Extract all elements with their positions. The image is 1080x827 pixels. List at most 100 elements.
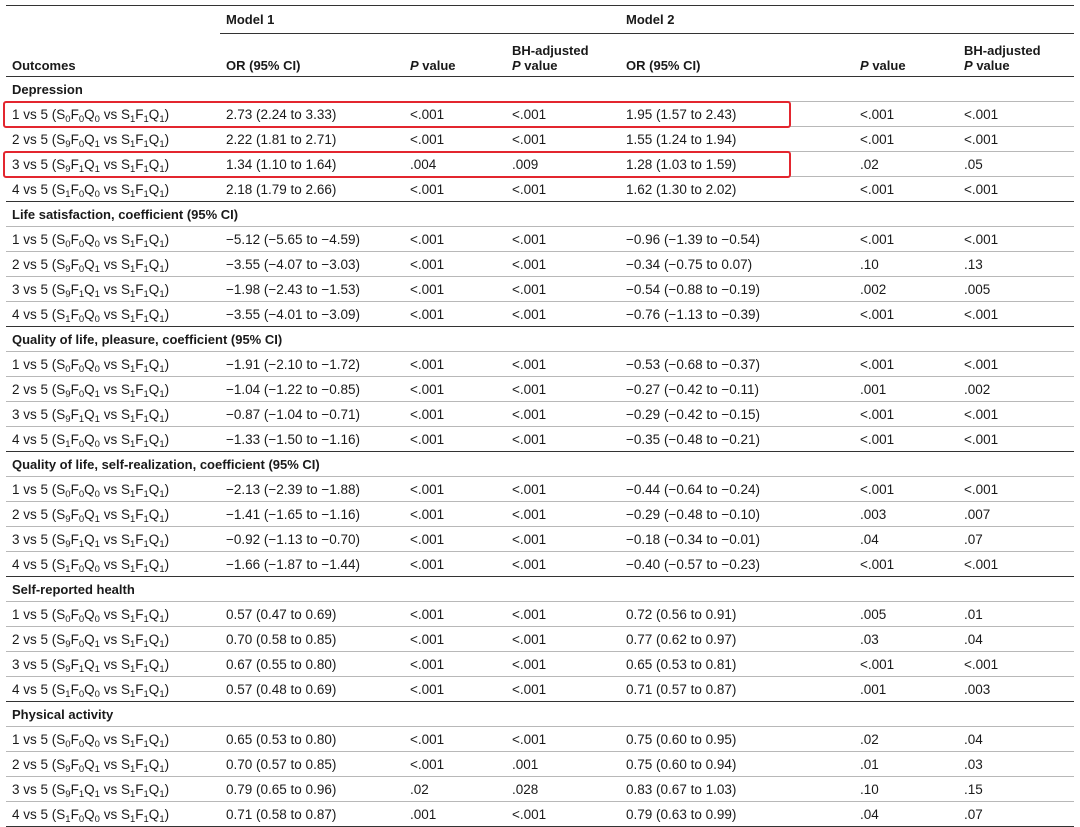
comparison-cell: 4 vs 5 (S1F0Q0 vs S1F1Q1) <box>6 551 220 577</box>
comparison-text: 1 vs 5 (S <box>12 106 66 122</box>
comparison-text: F <box>135 431 144 447</box>
table-row: 4 vs 5 (S1F0Q0 vs S1F1Q1) −1.33 (−1.50 to… <box>6 426 1075 452</box>
comparison-text: F <box>70 131 79 147</box>
model-1-p-value: <.001 <box>404 276 506 302</box>
model-1-bh-p-value: <.001 <box>506 601 621 627</box>
comparison-text: F <box>70 531 79 547</box>
comparison-text: ) <box>164 256 170 272</box>
comparison-text: Q <box>148 506 160 522</box>
table-row: 2 vs 5 (S9F0Q1 vs S1F1Q1) 0.70 (0.57 to 0… <box>6 751 1075 777</box>
model-1-bh-p-value: <.001 <box>506 676 621 702</box>
comparison-text: Q <box>148 806 160 822</box>
section-title: Quality of life, self-realization, coeff… <box>12 456 320 472</box>
model-2-estimate: 0.72 (0.56 to 0.91) <box>620 601 855 627</box>
comparison-cell: 1 vs 5 (S0F0Q0 vs S1F1Q1) <box>6 601 220 627</box>
table-row: 3 vs 5 (S9F1Q1 vs S1F1Q1) −0.87 (−1.04 to… <box>6 401 1075 427</box>
comparison-text: 1 vs 5 (S <box>12 356 66 372</box>
model-2-bh-p-value: .002 <box>958 376 1075 402</box>
comparison-text: F <box>70 506 79 522</box>
comparison-text: Q <box>84 756 95 772</box>
model-2-p-value: .01 <box>854 751 959 777</box>
section-title: Quality of life, pleasure, coefficient (… <box>12 331 283 347</box>
comparison-text: 2 vs 5 (S <box>12 256 66 272</box>
results-table-container: Model 1 Model 2 Outcomes OR (95% CI) P v… <box>3 5 1075 827</box>
table-row: 3 vs 5 (S9F1Q1 vs S1F1Q1) 1.34 (1.10 to 1… <box>6 151 1075 177</box>
model-2-bh-p-value: .03 <box>958 751 1075 777</box>
comparison-text: F <box>135 756 144 772</box>
model-1-p-value: <.001 <box>404 301 506 327</box>
comparison-text: Q <box>148 531 160 547</box>
model-1-estimate: 0.71 (0.58 to 0.87) <box>220 801 404 827</box>
comparison-text: F <box>135 381 144 397</box>
model-2-p-value: .02 <box>854 151 959 177</box>
model-1-estimate: 0.70 (0.57 to 0.85) <box>220 751 404 777</box>
comparison-text: F <box>70 656 79 672</box>
comparison-text: F <box>70 556 79 572</box>
comparison-text: Q <box>148 131 160 147</box>
table-row: 3 vs 5 (S9F1Q1 vs S1F1Q1) 0.79 (0.65 to 0… <box>6 776 1075 802</box>
section-row: Quality of life, self-realization, coeff… <box>6 451 1075 477</box>
table-row: 2 vs 5 (S9F0Q1 vs S1F1Q1) 2.22 (1.81 to 2… <box>6 126 1075 152</box>
comparison-text: Q <box>84 731 95 747</box>
comparison-text: vs S <box>99 531 130 547</box>
model-2-estimate: 0.71 (0.57 to 0.87) <box>620 676 855 702</box>
model-2-p-value: <.001 <box>854 301 959 327</box>
model-2-estimate: −0.53 (−0.68 to −0.37) <box>620 351 855 377</box>
model-1-header: Model 1 <box>220 5 621 34</box>
header-spacer <box>6 6 220 34</box>
section-row: Physical activity <box>6 701 1075 727</box>
comparison-text: F <box>135 156 144 172</box>
comparison-cell: 4 vs 5 (S1F0Q0 vs S1F1Q1) <box>6 676 220 702</box>
model-1-p-header: P value <box>404 33 506 77</box>
comparison-text: Q <box>148 731 160 747</box>
comparison-text: Q <box>148 256 160 272</box>
model-1-estimate: 0.57 (0.48 to 0.69) <box>220 676 404 702</box>
model-1-bh-p-value: <.001 <box>506 426 621 452</box>
comparison-text: F <box>135 481 144 497</box>
model-2-estimate: 0.75 (0.60 to 0.95) <box>620 726 855 752</box>
model-2-p-header: P value <box>854 33 959 77</box>
model-2-bh-p-value: <.001 <box>958 101 1075 127</box>
model-2-p-value: .001 <box>854 376 959 402</box>
comparison-text: Q <box>148 231 160 247</box>
table-row: 1 vs 5 (S0F0Q0 vs S1F1Q1) −5.12 (−5.65 to… <box>6 226 1075 252</box>
model-2-estimate: −0.54 (−0.88 to −0.19) <box>620 276 855 302</box>
table-row: 3 vs 5 (S9F1Q1 vs S1F1Q1) −1.98 (−2.43 to… <box>6 276 1075 302</box>
comparison-text: Q <box>148 406 160 422</box>
model-2-estimate: −0.29 (−0.42 to −0.15) <box>620 401 855 427</box>
comparison-text: F <box>70 181 79 197</box>
model-2-estimate: 1.95 (1.57 to 2.43) <box>620 101 855 127</box>
comparison-text: Q <box>84 256 95 272</box>
comparison-text: Q <box>84 106 95 122</box>
comparison-cell: 3 vs 5 (S9F1Q1 vs S1F1Q1) <box>6 151 220 177</box>
comparison-text: 2 vs 5 (S <box>12 756 66 772</box>
model-1-p-value: <.001 <box>404 751 506 777</box>
comparison-text: Q <box>84 806 95 822</box>
model-1-estimate: −0.87 (−1.04 to −0.71) <box>220 401 404 427</box>
model-2-estimate: −0.44 (−0.64 to −0.24) <box>620 476 855 502</box>
model-1-bh-p-value: <.001 <box>506 476 621 502</box>
column-header-row: Outcomes OR (95% CI) P value BH-adjusted… <box>6 33 1075 77</box>
model-2-p-value: <.001 <box>854 226 959 252</box>
model-1-p-value: <.001 <box>404 726 506 752</box>
comparison-cell: 1 vs 5 (S0F0Q0 vs S1F1Q1) <box>6 476 220 502</box>
comparison-text: F <box>70 756 79 772</box>
comparison-text: Q <box>84 156 95 172</box>
model-1-p-value: <.001 <box>404 626 506 652</box>
comparison-text: F <box>70 806 79 822</box>
model-1-p-value: .001 <box>404 801 506 827</box>
comparison-text: ) <box>164 806 170 822</box>
comparison-text: ) <box>164 631 170 647</box>
comparison-cell: 2 vs 5 (S9F0Q1 vs S1F1Q1) <box>6 126 220 152</box>
comparison-text: vs S <box>99 131 130 147</box>
model-1-bh-p-value: <.001 <box>506 726 621 752</box>
comparison-cell: 2 vs 5 (S9F0Q1 vs S1F1Q1) <box>6 501 220 527</box>
comparison-text: ) <box>164 606 170 622</box>
model-2-bh-p-value: .04 <box>958 726 1075 752</box>
model-2-bh-p-value: <.001 <box>958 476 1075 502</box>
model-1-estimate: −1.33 (−1.50 to −1.16) <box>220 426 404 452</box>
model-2-bh-p-value: <.001 <box>958 176 1075 202</box>
comparison-text: ) <box>164 231 170 247</box>
comparison-text: ) <box>164 281 170 297</box>
comparison-cell: 4 vs 5 (S1F0Q0 vs S1F1Q1) <box>6 176 220 202</box>
